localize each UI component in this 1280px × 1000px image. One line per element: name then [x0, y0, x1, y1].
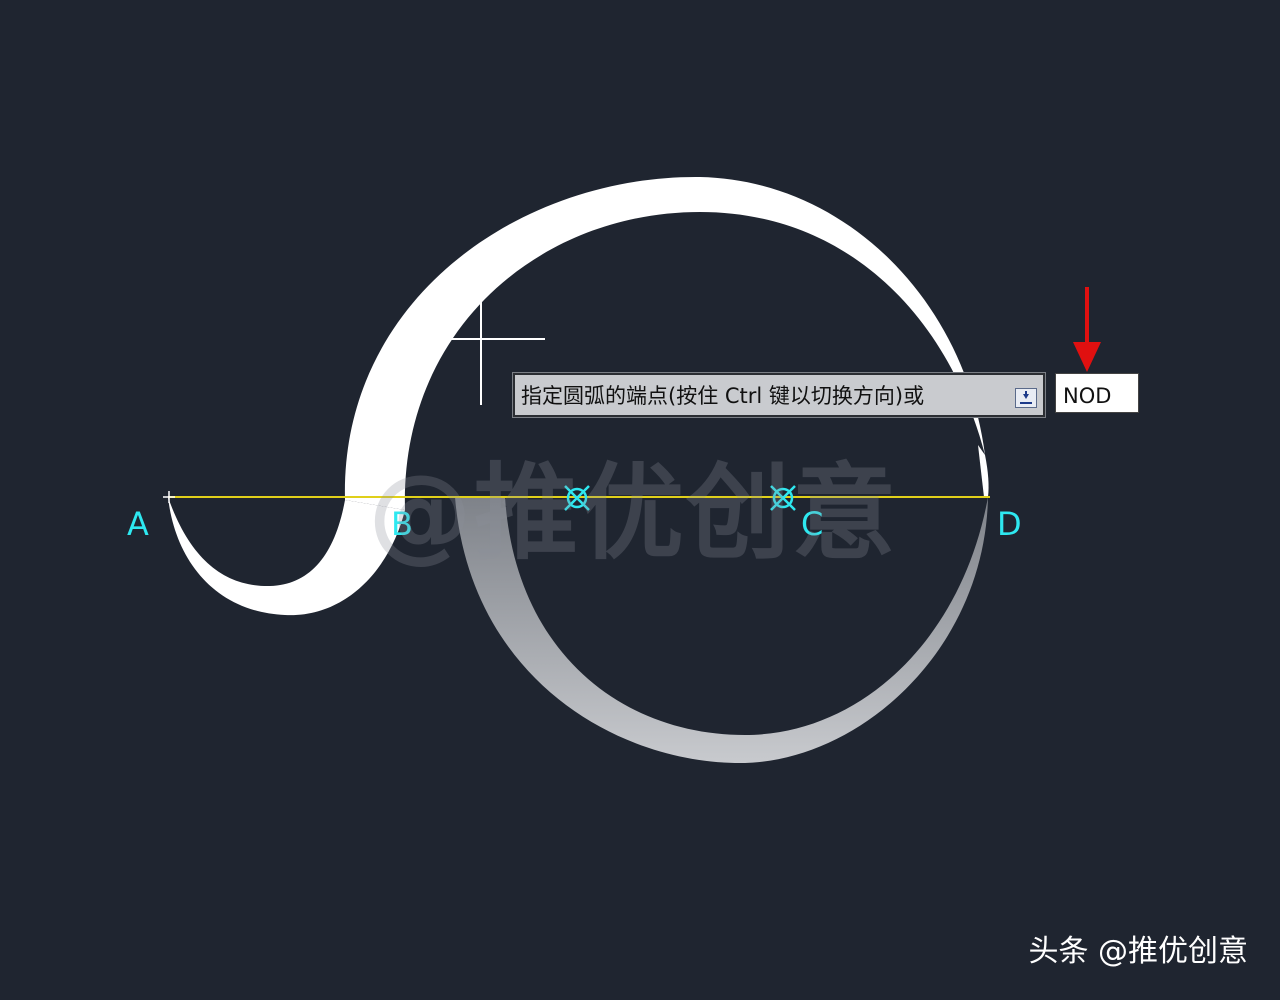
command-prompt-tooltip: 指定圆弧的端点(按住 Ctrl 键以切换方向)或 — [513, 373, 1045, 417]
watermark: @推优创意 — [368, 452, 899, 574]
point-label-d: D — [997, 505, 1022, 543]
command-prompt-text: 指定圆弧的端点(按住 Ctrl 键以切换方向)或 — [521, 384, 925, 408]
dropdown-menu-icon[interactable] — [1015, 388, 1037, 408]
point-label-a: A — [127, 505, 149, 543]
red-arrow-icon — [1073, 287, 1101, 372]
command-input-field[interactable] — [1055, 373, 1139, 413]
arc-right-tail — [978, 445, 989, 497]
source-credit: 头条 @推优创意 — [1028, 934, 1248, 969]
endpoint-mark-a — [163, 491, 175, 503]
